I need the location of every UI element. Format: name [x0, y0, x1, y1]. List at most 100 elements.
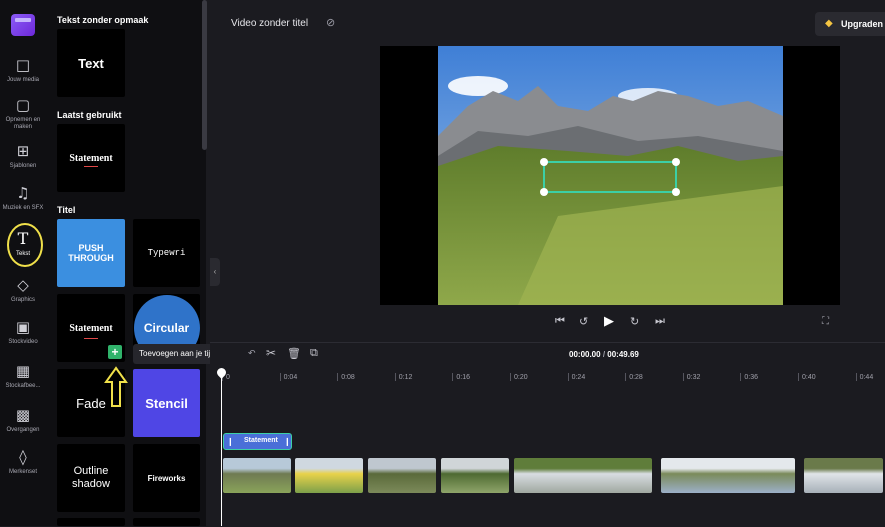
tile-label: Statement — [69, 322, 113, 334]
sidebar-item-label: Opnemen en maken — [5, 117, 41, 130]
section-title-titel: Titel — [57, 205, 76, 215]
tile-statement-recent[interactable]: Statement — [57, 124, 125, 192]
sidebar-item-label: Jouw media — [6, 77, 39, 83]
timeline-tick-label: 0:36 — [744, 374, 759, 381]
sidebar-item-label: Overgangen — [6, 427, 40, 433]
diamond-icon: ◆ — [825, 18, 833, 29]
tile-label: Text — [78, 55, 104, 71]
sidebar-item-graphics[interactable]: ◇ Graphics — [0, 276, 46, 322]
sidebar-item-label: Graphics — [10, 297, 35, 303]
timeline-tick-label: 0:40 — [802, 374, 816, 381]
film-icon: ▣ — [15, 318, 31, 336]
collapse-panel-button[interactable]: ‹ — [210, 258, 220, 286]
sidebar-item-label: Tekst — [15, 251, 30, 257]
play-button[interactable]: ▶ — [604, 313, 614, 329]
tile-label: Fade — [76, 395, 106, 411]
sidebar-item-label: Stockafbee... — [5, 383, 41, 389]
timeline-tick-mark — [740, 373, 742, 381]
timeline-tick-mark — [855, 373, 857, 381]
video-clip[interactable] — [661, 458, 795, 493]
templates-icon: ⊞ — [16, 142, 30, 160]
tile-text[interactable]: Text — [57, 29, 125, 97]
section-title-plain: Tekst zonder opmaak — [57, 15, 149, 25]
video-clip[interactable] — [368, 458, 436, 493]
tile-stencil[interactable]: Stencil — [133, 369, 200, 437]
skip-back-icon[interactable]: ⏮ — [555, 315, 565, 328]
timeline-tick-mark — [682, 373, 684, 381]
panel-scrollbar[interactable] — [202, 0, 207, 150]
sidebar-item-label: Muziek en SFX — [2, 205, 44, 211]
tile-partial[interactable] — [57, 518, 125, 526]
tile-label: Outline shadow — [72, 465, 110, 490]
shapes-icon: ◇ — [17, 276, 29, 294]
project-title[interactable]: Video zonder titel — [231, 18, 308, 29]
sidebar-item-sjablonen[interactable]: ⊞ Sjablonen — [0, 142, 46, 188]
time-current: 00:00.00 — [569, 350, 601, 359]
upgrade-button[interactable]: ◆ Upgraden — [815, 12, 885, 36]
tile-partial[interactable] — [133, 518, 200, 526]
timeline-tick-label: 0:32 — [686, 374, 701, 381]
timeline-tick-label: 0:16 — [456, 374, 471, 381]
video-clip[interactable] — [804, 458, 883, 493]
add-to-timeline-button[interactable]: + — [108, 345, 122, 359]
time-readout: 00:00.00 / 00:49.69 — [569, 350, 639, 359]
timeline-tick-mark — [798, 373, 799, 381]
text-icon: T — [17, 229, 29, 248]
tile-label: Stencil — [145, 395, 188, 411]
section-title-recent: Laatst gebruikt — [57, 110, 122, 120]
transition-icon: ▩ — [15, 406, 31, 424]
text-clip[interactable]: ❙ Statement ❙ — [223, 433, 292, 450]
timeline-tick-label: 0:04 — [283, 374, 298, 381]
timeline-tick-mark — [279, 373, 281, 381]
scissors-icon[interactable]: ✂ — [266, 346, 276, 360]
video-clip[interactable] — [441, 458, 509, 493]
timeline-tick-mark — [452, 373, 454, 381]
tile-push-through[interactable]: PUSH THROUGH — [57, 219, 125, 287]
timeline-tick-mark — [625, 373, 627, 381]
annotation-arrow-up — [104, 366, 128, 407]
time-total: 00:49.69 — [607, 350, 639, 359]
video-clip[interactable] — [295, 458, 363, 493]
sidebar-item-stockvideo[interactable]: ▣ Stockvideo — [0, 318, 46, 364]
timeline-tick-label: 0:20 — [514, 374, 528, 381]
brand-kit-icon: ◊ — [19, 448, 27, 466]
tile-label: Typewri — [147, 248, 186, 258]
rewind-5s-icon[interactable]: ↺ — [579, 315, 588, 328]
sidebar-item-opnemen[interactable]: ▢ Opnemen en maken — [0, 96, 46, 142]
timeline-tick-label: 0:28 — [629, 374, 643, 381]
forward-5s-icon[interactable]: ↻ — [630, 315, 639, 328]
tile-fireworks[interactable]: Fireworks — [133, 444, 200, 512]
timeline-tick-mark — [394, 373, 396, 381]
sidebar-item-stockafbeeldingen[interactable]: ▦ Stockafbee... — [0, 362, 46, 408]
preview-video-frame — [438, 46, 783, 305]
tile-typewriter[interactable]: Typewri — [133, 219, 200, 287]
camera-icon: ▢ — [15, 96, 31, 114]
drag-handle-icon[interactable]: ❙ — [227, 437, 234, 446]
upgrade-label: Upgraden — [841, 19, 884, 29]
timeline-tick-mark — [337, 373, 339, 381]
timeline-tick-mark — [510, 373, 511, 381]
text-clip-label: Statement — [244, 437, 278, 444]
sidebar-item-tekst[interactable]: T Tekst — [0, 230, 46, 276]
clipchamp-logo — [11, 14, 35, 36]
video-clip[interactable] — [514, 458, 652, 493]
tile-label: Fireworks — [147, 473, 186, 483]
sidebar-item-overgangen[interactable]: ▩ Overgangen — [0, 406, 46, 452]
trash-icon[interactable]: 🗑 — [287, 347, 301, 360]
sidebar-item-label: Sjablonen — [9, 163, 37, 169]
fullscreen-icon[interactable]: ⛶ — [822, 316, 829, 327]
skip-forward-icon[interactable]: ⏭ — [655, 315, 665, 328]
undo-icon[interactable]: ↶ — [248, 348, 256, 359]
video-clip[interactable] — [223, 458, 291, 493]
timeline-tick-label: 0 — [226, 374, 230, 381]
underline-decoration — [84, 338, 98, 339]
tile-outline-shadow[interactable]: Outline shadow — [57, 444, 125, 512]
timeline-tick-label: 0:08 — [341, 374, 355, 381]
tile-label: PUSH THROUGH — [68, 243, 114, 263]
timeline-tick-mark — [567, 373, 569, 381]
duplicate-icon[interactable]: ⧉ — [310, 347, 318, 360]
drag-handle-icon[interactable]: ❙ — [284, 437, 291, 446]
sidebar-item-merkenset[interactable]: ◊ Merkenset — [0, 448, 46, 494]
timeline-tick-label: 0:24 — [571, 374, 586, 381]
sidebar-item-label: Stockvideo — [8, 339, 38, 345]
